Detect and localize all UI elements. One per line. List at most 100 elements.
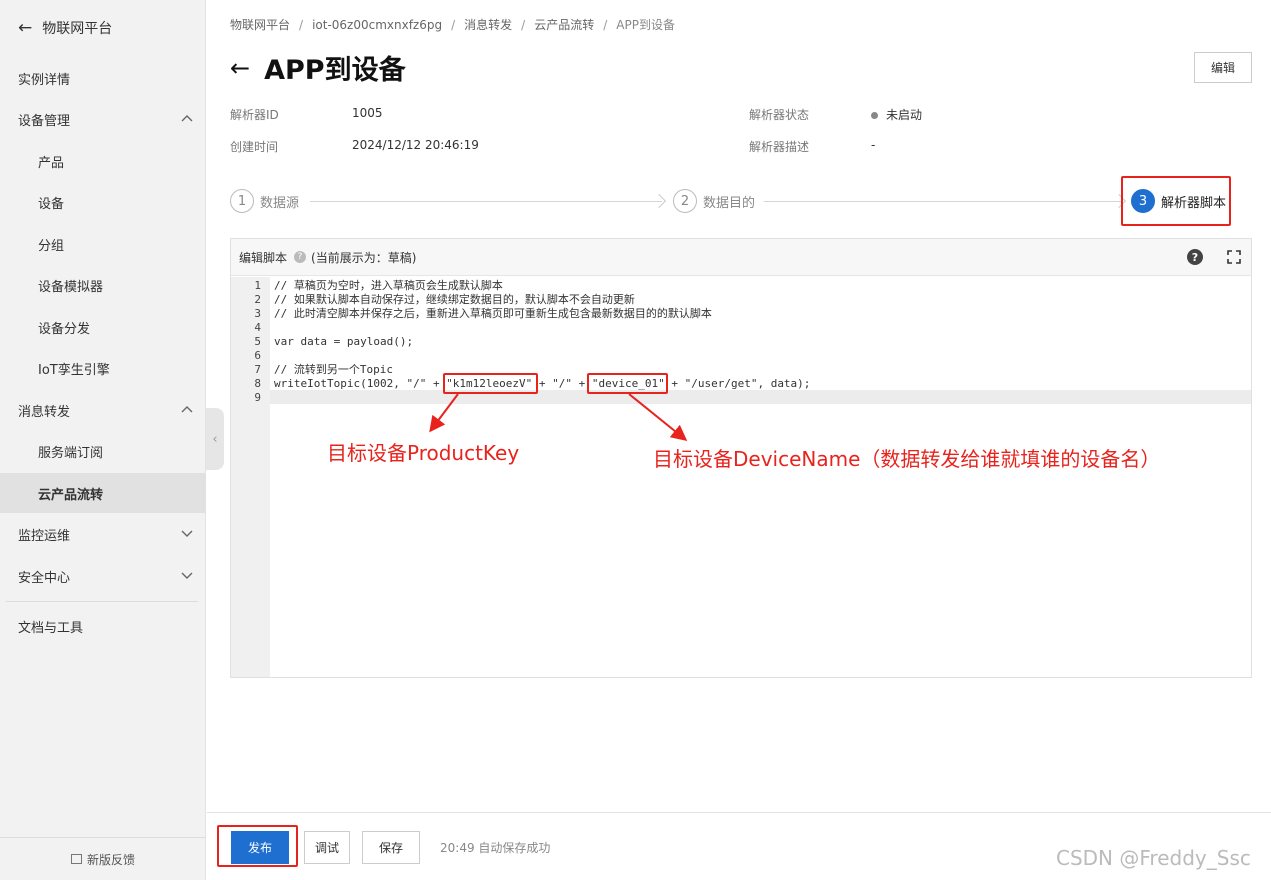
edit-button[interactable]: 编辑 <box>1194 52 1252 83</box>
step-label: 数据目的 <box>703 195 756 211</box>
status-dot-icon <box>871 112 878 119</box>
save-button[interactable]: 保存 <box>362 831 420 864</box>
parser-id-label: 解析器ID <box>230 108 279 122</box>
parser-id-value: 1005 <box>352 106 383 120</box>
sidebar-item-device[interactable]: 设备 <box>0 182 206 222</box>
step-label: 数据源 <box>260 195 300 211</box>
chevron-left-icon: ‹ <box>212 431 218 447</box>
sidebar-divider <box>6 601 198 602</box>
fullscreen-icon[interactable] <box>1227 250 1241 264</box>
sidebar: ← 物联网平台 实例详情 设备管理 产品 设备 分组 设备模拟器 设备分发 Io… <box>0 0 206 880</box>
sidebar-item-label: 安全中心 <box>18 570 71 586</box>
watermark: CSDN @Freddy_Ssc <box>1056 846 1251 870</box>
breadcrumb-item[interactable]: 消息转发 <box>464 16 512 33</box>
sidebar-item-cloud-product-flow[interactable]: 云产品流转 <box>0 473 206 513</box>
step-connector <box>764 193 1127 209</box>
back-arrow-icon[interactable]: ← <box>230 54 250 82</box>
line-number: 2 <box>254 293 261 306</box>
breadcrumb: 物联网平台 / iot-06z00cmxnxfz6pg / 消息转发 / 云产品流转 /… <box>230 16 675 33</box>
editor-header: 编辑脚本 ? (当前展示为：草稿) ? <box>231 239 1251 276</box>
sidebar-item-instance-detail[interactable]: 实例详情 <box>0 58 206 98</box>
sidebar-item-label: 设备 <box>38 196 65 212</box>
sidebar-item-label: 分组 <box>38 238 65 254</box>
feedback-label: 新版反馈 <box>86 852 135 867</box>
sidebar-back-label: 物联网平台 <box>42 21 113 37</box>
sidebar-item-product[interactable]: 产品 <box>0 141 206 181</box>
sidebar-back-link[interactable]: ← 物联网平台 <box>0 0 206 56</box>
code-line: // 草稿页为空时，进入草稿页会生成默认脚本 <box>274 279 503 292</box>
breadcrumb-item[interactable]: 云产品流转 <box>534 16 594 33</box>
line-number: 1 <box>254 279 261 292</box>
step-data-destination[interactable]: 2 数据目的 <box>673 189 755 213</box>
highlight-box-product-key <box>443 373 538 394</box>
parser-desc-label: 解析器描述 <box>749 140 810 154</box>
editor-title: 编辑脚本 <box>239 250 288 265</box>
sidebar-item-label: 实例详情 <box>18 72 71 88</box>
line-number: 7 <box>254 363 261 376</box>
parser-status-value: 未启动 <box>871 106 922 123</box>
sidebar-item-iot-twin-engine[interactable]: IoT孪生引擎 <box>0 348 206 388</box>
sidebar-item-label: 云产品流转 <box>38 487 104 503</box>
code-line: writeIotTopic(1002, "/" + "k1m12leoezV" … <box>274 377 811 390</box>
step-number: 1 <box>230 189 254 213</box>
line-number: 8 <box>254 377 261 390</box>
sidebar-collapse-toggle[interactable]: ‹ <box>206 408 224 470</box>
autosave-status: 20:49 自动保存成功 <box>440 841 551 855</box>
highlight-box-publish <box>217 825 298 867</box>
breadcrumb-item[interactable]: iot-06z00cmxnxfz6pg <box>312 18 442 32</box>
chevron-down-icon <box>181 530 193 537</box>
highlight-box-device-name <box>587 373 668 394</box>
sidebar-item-label: 消息转发 <box>18 404 71 420</box>
sidebar-item-device-distribution[interactable]: 设备分发 <box>0 307 206 347</box>
sidebar-item-security-center[interactable]: 安全中心 <box>0 556 206 596</box>
sidebar-item-message-forwarding[interactable]: 消息转发 <box>0 390 206 430</box>
draft-note: (当前展示为：草稿) <box>311 250 417 265</box>
sidebar-item-server-subscription[interactable]: 服务端订阅 <box>0 431 206 471</box>
annotation-device-name: 目标设备DeviceName（数据转发给谁就填谁的设备名） <box>653 447 1161 471</box>
code-line: // 此时清空脚本并保存之后，重新进入草稿页即可重新生成包含最新数据目的的默认脚… <box>274 307 712 320</box>
created-time-value: 2024/12/12 20:46:19 <box>352 138 479 152</box>
code-line: // 流转到另一个Topic <box>274 363 393 376</box>
breadcrumb-current: APP到设备 <box>616 18 675 32</box>
sidebar-item-label: 设备分发 <box>38 321 91 337</box>
line-number: 5 <box>254 335 261 348</box>
page-header: ← APP到设备 <box>230 48 406 87</box>
line-number-gutter: 1 2 3 4 5 6 7 8 9 <box>231 277 270 677</box>
sidebar-item-label: 文档与工具 <box>18 620 84 636</box>
question-icon[interactable]: ? <box>294 251 307 263</box>
sidebar-item-label: 设备管理 <box>18 113 71 129</box>
annotation-product-key: 目标设备ProductKey <box>327 441 520 465</box>
created-time-label: 创建时间 <box>230 140 279 154</box>
breadcrumb-item[interactable]: 物联网平台 <box>230 16 290 33</box>
line-number: 4 <box>254 321 261 334</box>
highlight-box-step <box>1121 176 1231 226</box>
code-line: // 如果默认脚本自动保存过，继续绑定数据目的，默认脚本不会自动更新 <box>274 293 635 306</box>
line-number: 3 <box>254 307 261 320</box>
sidebar-item-device-simulator[interactable]: 设备模拟器 <box>0 265 206 305</box>
sidebar-item-monitoring[interactable]: 监控运维 <box>0 514 206 554</box>
code-line: var data = payload(); <box>274 335 414 348</box>
status-text: 未启动 <box>886 108 923 122</box>
code-input[interactable]: // 草稿页为空时，进入草稿页会生成默认脚本 // 如果默认脚本自动保存过，继续… <box>270 277 1251 677</box>
parser-desc-value: - <box>871 138 876 152</box>
sidebar-item-label: 设备模拟器 <box>38 279 104 295</box>
sidebar-item-label: 服务端订阅 <box>38 445 104 461</box>
step-connector <box>310 193 667 209</box>
step-number: 2 <box>673 189 697 213</box>
line-number: 9 <box>254 391 261 404</box>
chevron-up-icon <box>181 406 193 413</box>
sidebar-item-label: IoT孪生引擎 <box>38 362 110 378</box>
chevron-down-icon <box>181 572 193 579</box>
page-title: APP到设备 <box>264 55 406 86</box>
help-icon[interactable]: ? <box>1187 249 1203 265</box>
sidebar-item-group[interactable]: 分组 <box>0 224 206 264</box>
arrow-left-icon: ← <box>18 18 33 38</box>
feedback-icon <box>70 854 82 864</box>
step-data-source[interactable]: 1 数据源 <box>230 189 299 213</box>
sidebar-item-device-management[interactable]: 设备管理 <box>0 99 206 139</box>
sidebar-item-docs-tools[interactable]: 文档与工具 <box>0 606 206 646</box>
debug-button[interactable]: 调试 <box>304 831 350 864</box>
parser-status-label: 解析器状态 <box>749 108 810 122</box>
feedback-link[interactable]: 新版反馈 <box>0 837 206 880</box>
chevron-up-icon <box>181 115 193 122</box>
